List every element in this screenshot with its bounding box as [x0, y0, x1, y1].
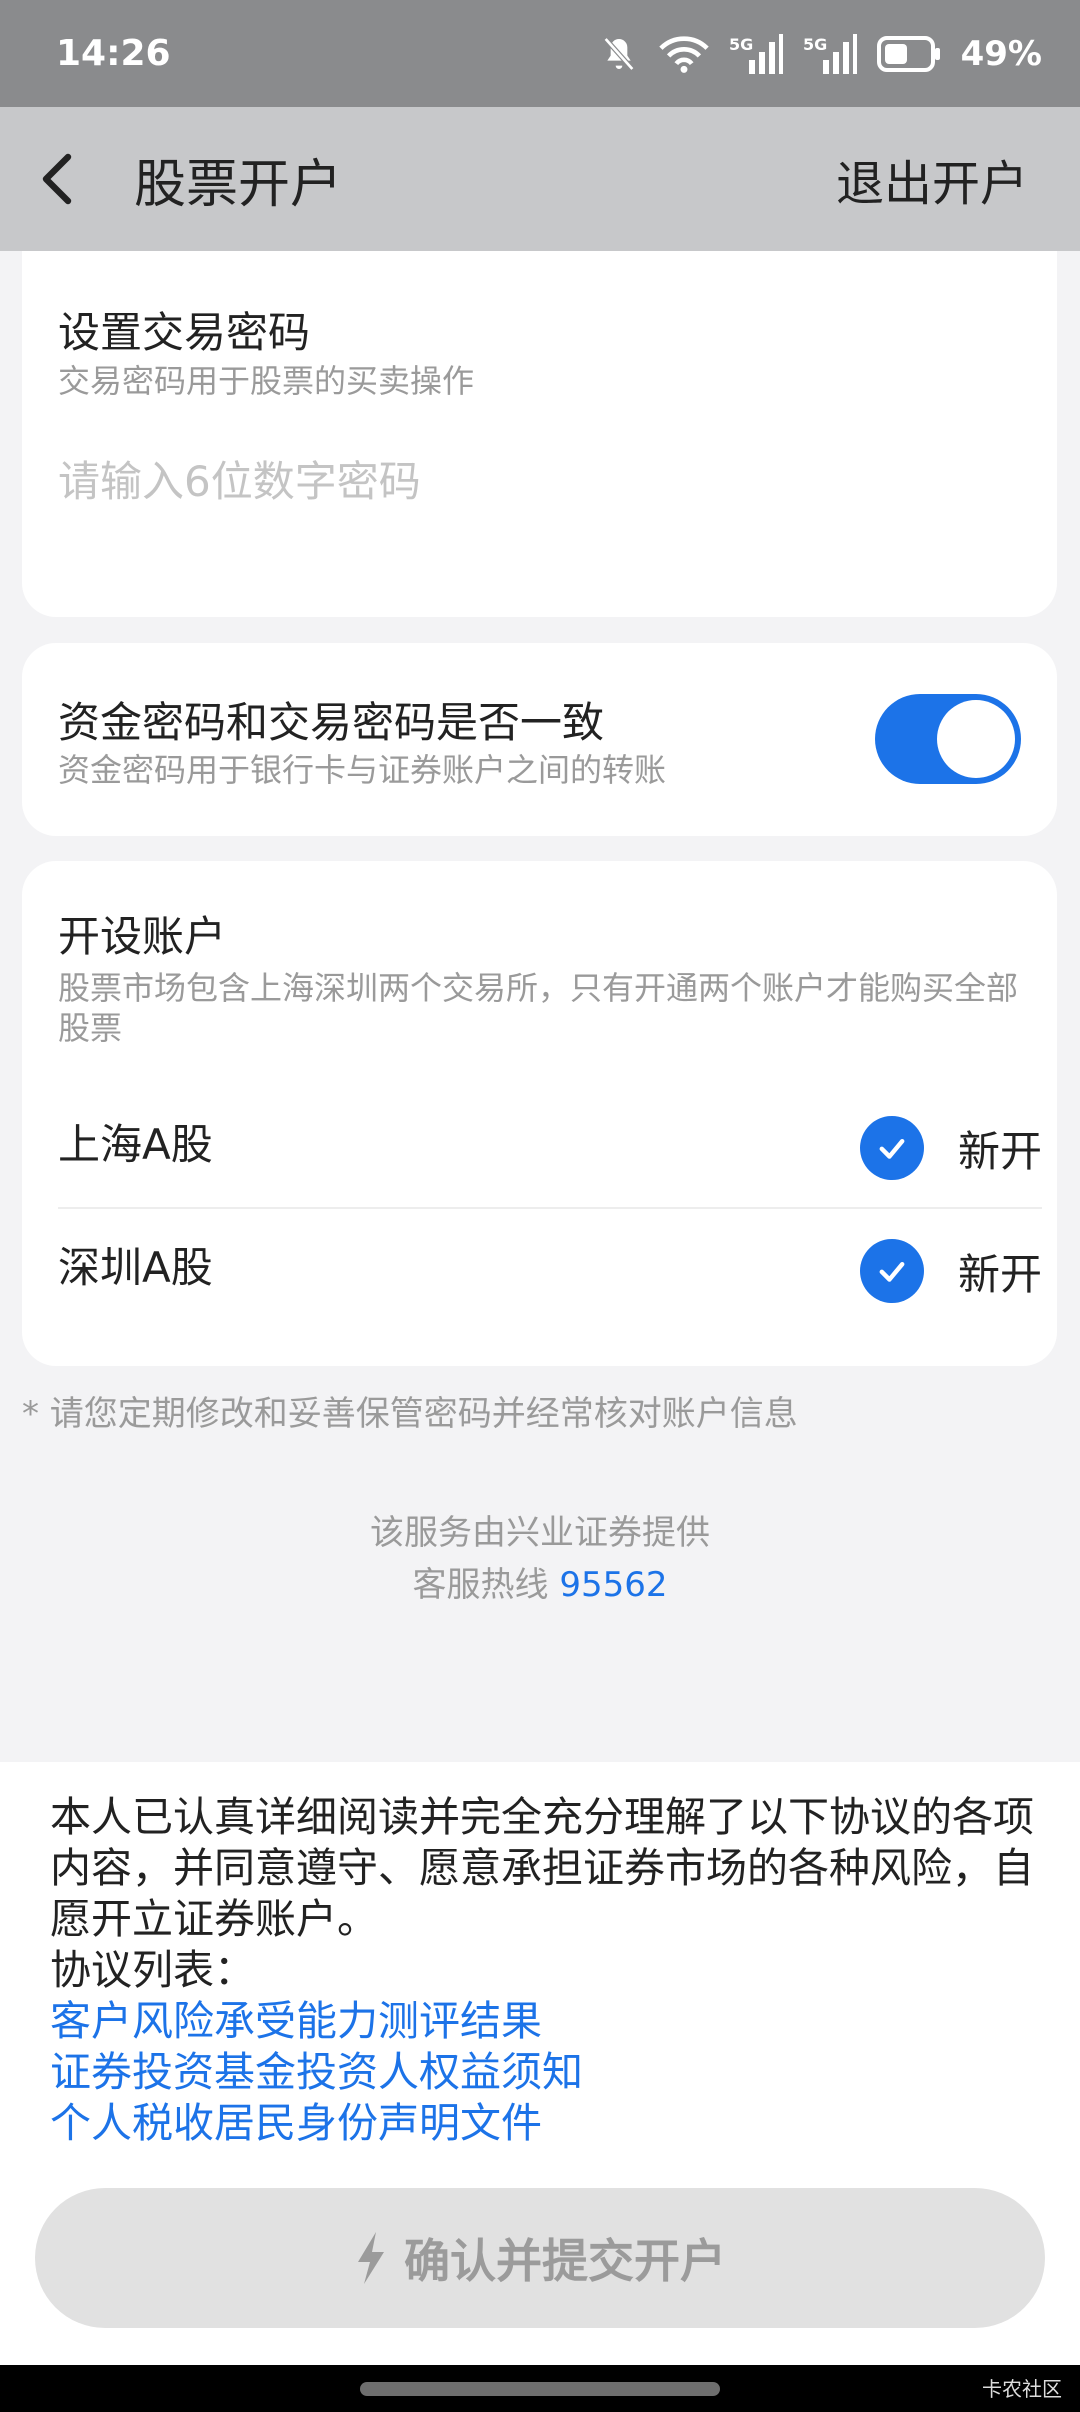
battery-level: 49%: [960, 33, 1042, 74]
submit-label: 确认并提交开户: [404, 2234, 726, 2288]
password-match-toggle[interactable]: [875, 694, 1021, 784]
lightning-icon: [354, 2230, 388, 2286]
trade-password-card: 设置交易密码 交易密码用于股票的买卖操作: [22, 251, 1057, 617]
trade-password-input[interactable]: [58, 431, 1018, 531]
hotline-label: 客服热线: [412, 1565, 560, 1605]
signal-5g-icon: 5G: [729, 33, 783, 74]
svg-text:5G: 5G: [729, 35, 753, 54]
back-arrow-icon[interactable]: [36, 107, 126, 251]
open-account-title: 开设账户: [58, 912, 227, 961]
watermark: 卡农社区: [982, 2377, 1062, 2401]
home-gesture-handle[interactable]: [360, 2382, 720, 2396]
agreement-link-investor-rights[interactable]: 证券投资基金投资人权益须知: [50, 2047, 1040, 2098]
agreement-sheet: 本人已认真详细阅读并完全充分理解了以下协议的各项内容，并同意遵守、愿意承担证券市…: [0, 1762, 1080, 2365]
agreement-text: 本人已认真详细阅读并完全充分理解了以下协议的各项内容，并同意遵守、愿意承担证券市…: [50, 1793, 1034, 1943]
nav-bar: 股票开户 退出开户: [0, 107, 1080, 251]
password-match-description: 资金密码用于银行卡与证券账户之间的转账: [58, 751, 667, 789]
page-title: 股票开户: [134, 154, 343, 215]
account-status: 新开: [957, 1126, 1042, 1176]
password-match-title: 资金密码和交易密码是否一致: [58, 698, 605, 747]
hotline-number-link[interactable]: 95562: [559, 1565, 667, 1605]
account-row-shanghai[interactable]: 上海A股 新开: [58, 1083, 1042, 1213]
agreement-link-risk-assessment[interactable]: 客户风险承受能力测评结果: [50, 1996, 1040, 2047]
account-name: 上海A股: [58, 1119, 213, 1169]
status-icons: 5G 5G 49%: [599, 33, 1042, 74]
customer-hotline: 客服热线 95562: [0, 1557, 1080, 1606]
svg-text:5G: 5G: [803, 35, 827, 54]
trade-password-title: 设置交易密码: [58, 308, 311, 357]
open-account-card: 开设账户 股票市场包含上海深圳两个交易所，只有开通两个账户才能购买全部股票 上海…: [22, 861, 1057, 1366]
gesture-navigation-bar: 卡农社区: [0, 2365, 1080, 2412]
service-provider: 该服务由兴业证券提供: [370, 1513, 710, 1553]
agreement-link-tax-residency[interactable]: 个人税收居民身份声明文件: [50, 2098, 1040, 2149]
account-row-shenzhen[interactable]: 深圳A股 新开: [58, 1206, 1042, 1336]
confirm-submit-button[interactable]: 确认并提交开户: [35, 2188, 1045, 2328]
account-status: 新开: [957, 1249, 1042, 1299]
battery-icon: [876, 35, 941, 72]
toggle-knob: [937, 700, 1015, 778]
mute-bell-icon: [599, 34, 639, 74]
signal-5g-icon-2: 5G: [803, 33, 857, 74]
account-name: 深圳A股: [58, 1242, 213, 1292]
wifi-icon: [658, 34, 709, 74]
status-time: 14:26: [56, 33, 171, 74]
open-account-description: 股票市场包含上海深圳两个交易所，只有开通两个账户才能购买全部股票: [58, 969, 1019, 1047]
checkmark-icon[interactable]: [859, 1116, 924, 1180]
agreement-scroll-area[interactable]: 本人已认真详细阅读并完全充分理解了以下协议的各项内容，并同意遵守、愿意承担证券市…: [50, 1792, 1040, 2155]
trade-password-description: 交易密码用于股票的买卖操作: [58, 362, 475, 400]
checkmark-icon[interactable]: [859, 1239, 924, 1303]
password-notice: * 请您定期修改和妥善保管密码并经常核对账户信息: [22, 1394, 798, 1434]
exit-account-opening-button[interactable]: 退出开户: [836, 107, 1028, 251]
status-bar: 14:26 5G 5G 49%: [0, 0, 1080, 107]
agreement-list-label: 协议列表：: [50, 1946, 255, 1994]
password-match-card: 资金密码和交易密码是否一致 资金密码用于银行卡与证券账户之间的转账: [22, 643, 1057, 836]
